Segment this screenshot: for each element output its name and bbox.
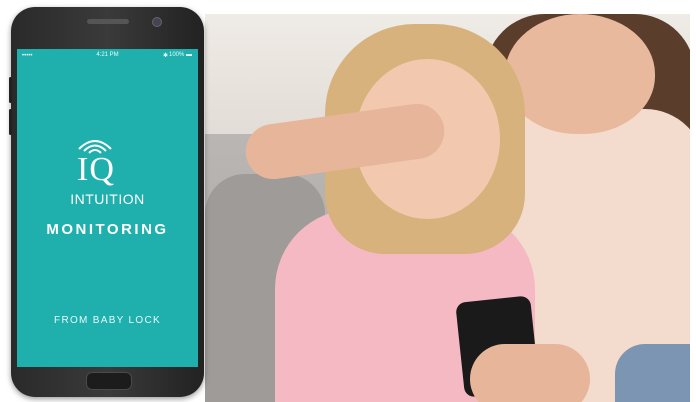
jeans — [615, 344, 690, 402]
brand-initials: IQ — [77, 151, 115, 188]
camera-icon — [152, 17, 162, 27]
volume-button — [9, 109, 12, 135]
app-splash-screen[interactable]: ••••• 4:21 PM ✱ 100% ▬ IQ INTUITION MONI… — [17, 49, 198, 367]
bluetooth-icon: ✱ — [162, 53, 168, 59]
iq-intuition-logo: IQ INTUITION — [17, 137, 198, 217]
tagline: FROM BABY LOCK — [54, 315, 161, 326]
volume-button — [9, 77, 12, 103]
brand-name: INTUITION — [70, 191, 145, 207]
hero-photo — [205, 14, 690, 402]
phone-mockup: ••••• 4:21 PM ✱ 100% ▬ IQ INTUITION MONI… — [9, 7, 204, 397]
status-bar: ••••• 4:21 PM ✱ 100% ▬ — [17, 49, 198, 63]
phone-speaker — [87, 19, 129, 24]
product-title: MONITORING — [46, 221, 169, 238]
home-button[interactable] — [86, 372, 132, 390]
battery-icon: 100% ▬ — [168, 52, 192, 58]
woman-face — [505, 14, 655, 134]
hand — [470, 344, 590, 402]
